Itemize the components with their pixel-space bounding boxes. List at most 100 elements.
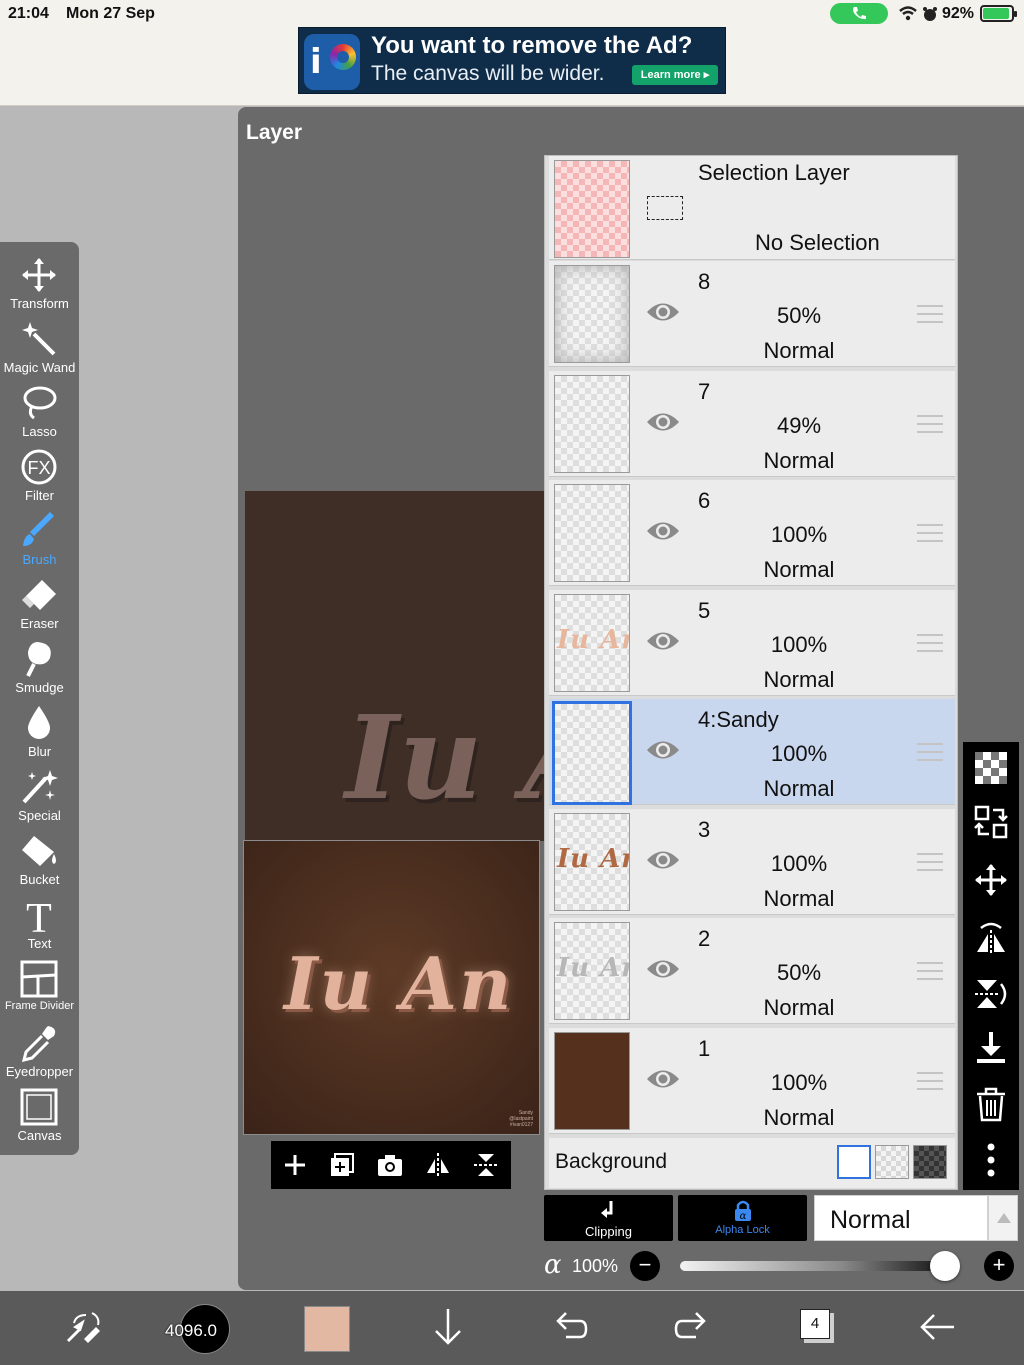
- layer-thumbnail: Iu An: [554, 593, 630, 692]
- flip-layer-horizontal-icon[interactable]: [973, 920, 1009, 956]
- layers-pages-button[interactable]: 4: [800, 1309, 830, 1339]
- selection-layer[interactable]: Selection Layer No Selection: [549, 156, 955, 260]
- flip-layer-vertical-icon[interactable]: [973, 976, 1009, 1012]
- lock-icon: α: [735, 1200, 751, 1222]
- frame-divider-icon: [20, 960, 58, 998]
- clipping-button[interactable]: Clipping: [544, 1195, 673, 1241]
- visibility-eye-icon[interactable]: [645, 737, 681, 763]
- brush-size-indicator[interactable]: 4096.0: [165, 1304, 230, 1354]
- ad-headline: You want to remove the Ad?: [371, 32, 693, 59]
- flip-vertical-icon[interactable]: [472, 1151, 500, 1179]
- camera-icon[interactable]: [376, 1151, 404, 1179]
- layer-name: 4:Sandy: [698, 707, 779, 732]
- add-layer-icon[interactable]: [281, 1151, 309, 1179]
- triangle-up-icon: [997, 1213, 1011, 1223]
- tool-label: Eraser: [20, 616, 59, 631]
- more-options-icon[interactable]: [973, 1142, 1009, 1178]
- visibility-eye-icon[interactable]: [645, 299, 681, 325]
- layer-row[interactable]: Iu An 5 100% Normal: [549, 589, 955, 696]
- background-white-swatch[interactable]: [837, 1145, 871, 1179]
- redo-icon[interactable]: [674, 1307, 710, 1347]
- drag-handle-icon[interactable]: [917, 852, 943, 877]
- drag-handle-icon[interactable]: [917, 743, 943, 767]
- layer-row[interactable]: 1 100% Normal: [549, 1027, 955, 1134]
- tool-lasso[interactable]: Lasso: [0, 380, 79, 444]
- opacity-slider-knob[interactable]: [930, 1251, 960, 1281]
- drag-handle-icon[interactable]: [917, 414, 943, 439]
- back-arrow-icon[interactable]: [918, 1307, 958, 1347]
- tool-eyedropper[interactable]: Eyedropper: [0, 1020, 79, 1084]
- tool-brush[interactable]: Brush: [0, 508, 79, 572]
- tool-special[interactable]: Special: [0, 764, 79, 828]
- tool-canvas[interactable]: Canvas: [0, 1084, 79, 1148]
- tool-eraser[interactable]: Eraser: [0, 572, 79, 636]
- opacity-decrease-button[interactable]: −: [630, 1251, 660, 1281]
- visibility-eye-icon[interactable]: [645, 847, 681, 873]
- trash-icon[interactable]: [973, 1086, 1009, 1122]
- tool-smudge[interactable]: Smudge: [0, 636, 79, 700]
- battery-percent: 92%: [942, 5, 975, 22]
- layer-thumbnail: Iu An: [554, 812, 630, 911]
- drag-handle-icon[interactable]: [917, 305, 943, 329]
- visibility-eye-icon[interactable]: [645, 628, 681, 654]
- canvas-preview[interactable]: Iu An Sandy @lastpaint #ivan0127: [243, 840, 540, 1135]
- tool-transform[interactable]: Transform: [0, 252, 79, 316]
- alpha-symbol: α: [544, 1250, 562, 1280]
- layer-row[interactable]: 8 50% Normal: [549, 261, 955, 367]
- layer-row[interactable]: Iu An 2 50% Normal: [549, 918, 955, 1024]
- tool-magic-wand[interactable]: Magic Wand: [0, 316, 79, 380]
- duplicate-layer-icon[interactable]: [328, 1151, 356, 1179]
- drag-handle-icon[interactable]: [917, 1071, 943, 1096]
- panel-title: Layer: [246, 121, 303, 144]
- opacity-increase-button[interactable]: +: [984, 1251, 1014, 1281]
- background-transparent-swatch[interactable]: [875, 1145, 909, 1179]
- checkerboard-icon[interactable]: [973, 750, 1009, 786]
- move-icon[interactable]: [973, 862, 1009, 898]
- svg-text:FX: FX: [27, 458, 50, 478]
- status-date: Mon 27 Sep: [66, 5, 155, 22]
- ibis-paint-logo-icon: i: [304, 34, 360, 90]
- layer-row[interactable]: 7 49% Normal: [549, 370, 955, 477]
- artwork-text: Iu An: [284, 941, 514, 1026]
- learn-more-button[interactable]: Learn more ▸: [632, 65, 718, 85]
- quick-swap-tool-icon[interactable]: [64, 1307, 104, 1347]
- tool-filter[interactable]: FX Filter: [0, 444, 79, 508]
- layer-row[interactable]: 6 100% Normal: [549, 480, 955, 586]
- tool-label: Frame Divider: [4, 1000, 75, 1012]
- visibility-eye-icon[interactable]: [645, 518, 681, 544]
- tool-label: Eyedropper: [5, 1064, 74, 1079]
- tool-blur[interactable]: Blur: [0, 700, 79, 764]
- drag-handle-icon[interactable]: [917, 524, 943, 548]
- layer-row[interactable]: 4:Sandy 100% Normal: [549, 699, 955, 805]
- layer-opacity: 100%: [770, 631, 828, 657]
- blend-mode-arrow[interactable]: [988, 1195, 1018, 1241]
- opacity-slider[interactable]: [680, 1251, 960, 1281]
- merge-layers-icon[interactable]: [973, 804, 1009, 840]
- tool-frame-divider[interactable]: Frame Divider: [0, 956, 79, 1020]
- text-icon: T: [26, 896, 52, 938]
- call-indicator[interactable]: [830, 3, 888, 24]
- layer-thumbnail: [554, 374, 630, 473]
- tool-bucket[interactable]: Bucket: [0, 828, 79, 892]
- blend-mode-select[interactable]: Normal: [814, 1195, 988, 1241]
- alpha-lock-button[interactable]: α Alpha Lock: [678, 1195, 807, 1241]
- arrow-down-icon[interactable]: [430, 1307, 466, 1347]
- visibility-eye-icon[interactable]: [645, 409, 681, 435]
- battery-icon: [980, 5, 1017, 22]
- tool-text[interactable]: T Text: [0, 892, 79, 956]
- background-dark-swatch[interactable]: [913, 1145, 947, 1179]
- layer-name: 5: [698, 597, 711, 623]
- current-color-swatch[interactable]: [304, 1306, 350, 1352]
- visibility-eye-icon[interactable]: [645, 1066, 681, 1092]
- flip-horizontal-icon[interactable]: [424, 1151, 452, 1179]
- drag-handle-icon[interactable]: [917, 633, 943, 658]
- layer-blend-mode: Normal: [763, 666, 835, 692]
- canvas-icon: [20, 1088, 58, 1126]
- undo-icon[interactable]: [552, 1307, 588, 1347]
- merge-down-icon[interactable]: [973, 1030, 1009, 1066]
- ad-banner[interactable]: i You want to remove the Ad? The canvas …: [298, 27, 726, 94]
- selection-layer-thumbnail: [554, 160, 630, 258]
- visibility-eye-icon[interactable]: [645, 956, 681, 982]
- layer-row[interactable]: Iu An 3 100% Normal: [549, 808, 955, 915]
- drag-handle-icon[interactable]: [917, 962, 943, 986]
